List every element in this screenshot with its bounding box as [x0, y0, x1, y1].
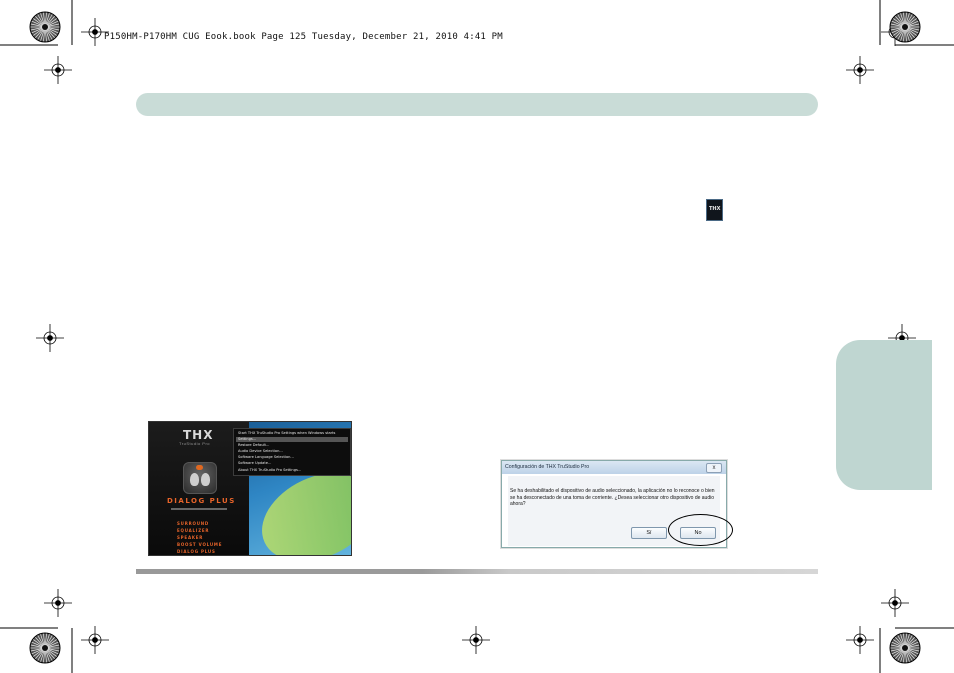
registration-rosette-icon [889, 11, 921, 43]
thx-feature-item[interactable]: EQUALIZER [177, 528, 209, 533]
no-button-highlight-oval [668, 514, 733, 546]
thx-feature-item[interactable]: SURROUND [177, 521, 209, 526]
menu-item-update[interactable]: Software Update... [238, 461, 271, 465]
thx-context-menu: Start THX TruStudio Pro Settings when Wi… [233, 428, 351, 476]
thx-logo: THX [183, 428, 214, 442]
dialog-plus-icon [183, 462, 217, 494]
registration-rosette-icon [29, 11, 61, 43]
registration-target-icon [462, 626, 490, 654]
print-header-text: P150HM-P170HM CUG Eook.book Page 125 Tue… [104, 32, 503, 42]
close-icon[interactable]: x [706, 463, 722, 473]
registration-target-icon [36, 324, 64, 352]
thx-level-slider[interactable] [171, 508, 227, 510]
registration-target-icon [44, 589, 72, 617]
menu-item-restore-default[interactable]: Restore Default... [238, 443, 269, 447]
chapter-header-bar [136, 93, 818, 116]
yes-button[interactable]: Sí [631, 527, 667, 539]
registration-target-icon [846, 626, 874, 654]
menu-item-settings[interactable]: Settings... [238, 437, 256, 441]
thx-settings-screenshot: THX TruStudio Pro DIALOG PLUS SURROUND E… [148, 421, 352, 556]
thx-feature-item[interactable]: BOOST VOLUME [177, 542, 222, 547]
registration-target-icon [44, 56, 72, 84]
thx-tray-icon-label: THX [709, 206, 721, 212]
dialog-message: Se ha deshabilitado el dispositivo de au… [510, 488, 715, 508]
registration-target-icon [81, 626, 109, 654]
dialog-title: Configuración de THX TruStudio Pro [505, 464, 590, 470]
thx-feature-title: DIALOG PLUS [167, 497, 236, 505]
registration-rosette-icon [889, 632, 921, 664]
thx-logo-subtitle: TruStudio Pro [179, 441, 211, 446]
registration-target-icon [881, 589, 909, 617]
thx-feature-item[interactable]: SPEAKER [177, 535, 203, 540]
registration-rosette-icon [29, 632, 61, 664]
menu-item-audio-device[interactable]: Audio Device Selection... [238, 449, 283, 453]
menu-item-startup[interactable]: Start THX TruStudio Pro Settings when Wi… [238, 431, 335, 435]
registration-target-icon [846, 56, 874, 84]
menu-item-language[interactable]: Software Language Selection... [238, 455, 294, 459]
thx-feature-item[interactable]: DIALOG PLUS [177, 549, 216, 554]
dialog-titlebar: Configuración de THX TruStudio Pro x [502, 461, 726, 474]
thx-tray-icon: THX [706, 199, 723, 221]
side-thumb-tab [836, 340, 932, 490]
menu-item-about[interactable]: About THX TruStudio Pro Settings... [238, 468, 301, 472]
footer-rule [136, 569, 818, 574]
